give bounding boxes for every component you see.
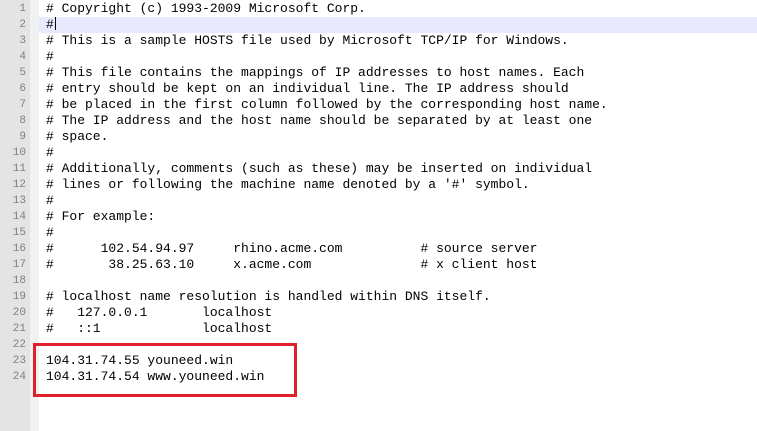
line-number: 5 (19, 67, 26, 79)
line-text: # (46, 17, 54, 32)
line-text: # (46, 145, 54, 160)
line-text: # ::1 localhost (46, 321, 273, 336)
line-text: # (46, 225, 54, 240)
code-line-host-entry[interactable]: 104.31.74.54 www.youneed.win (46, 369, 757, 385)
line-text: # 102.54.94.97 rhino.acme.com # source s… (46, 241, 538, 256)
code-line[interactable]: # space. (46, 129, 757, 145)
code-line[interactable]: # This is a sample HOSTS file used by Mi… (46, 33, 757, 49)
fold-margin (30, 0, 39, 431)
line-text: # This is a sample HOSTS file used by Mi… (46, 33, 569, 48)
line-number: 15 (12, 227, 26, 239)
code-line[interactable]: # be placed in the first column followed… (46, 97, 757, 113)
code-line[interactable] (46, 273, 757, 289)
line-number: 19 (12, 291, 26, 303)
code-line[interactable] (46, 337, 757, 353)
line-number-gutter: 1 2 3 4 5 6 7 8 9 10 11 12 13 14 15 16 1… (0, 0, 30, 431)
line-text: # be placed in the first column followed… (46, 97, 608, 112)
code-line[interactable]: # (46, 145, 757, 161)
line-text: # lines or following the machine name de… (46, 177, 530, 192)
line-number: 11 (12, 163, 26, 175)
line-number: 20 (12, 307, 26, 319)
line-text: # space. (46, 129, 109, 144)
line-number: 6 (19, 83, 26, 95)
code-line[interactable]: # Copyright (c) 1993-2009 Microsoft Corp… (46, 1, 757, 17)
code-line[interactable]: # (46, 49, 757, 65)
line-text: # Copyright (c) 1993-2009 Microsoft Corp… (46, 1, 366, 16)
line-number: 7 (19, 99, 26, 111)
line-text: # For example: (46, 209, 156, 224)
line-text: # 127.0.0.1 localhost (46, 305, 273, 320)
line-text: # entry should be kept on an individual … (46, 81, 569, 96)
line-text: # localhost name resolution is handled w… (46, 289, 491, 304)
code-area[interactable]: # Copyright (c) 1993-2009 Microsoft Corp… (39, 0, 757, 431)
code-line[interactable]: # ::1 localhost (46, 321, 757, 337)
text-editor: 1 2 3 4 5 6 7 8 9 10 11 12 13 14 15 16 1… (0, 0, 757, 431)
line-number: 4 (19, 51, 26, 63)
code-line[interactable]: # lines or following the machine name de… (46, 177, 757, 193)
text-caret (54, 17, 56, 30)
line-number: 24 (12, 371, 26, 383)
line-text: # (46, 49, 54, 64)
line-text: 104.31.74.55 youneed.win (46, 353, 234, 368)
line-number: 13 (12, 195, 26, 207)
line-number: 1 (19, 3, 26, 15)
line-text: # The IP address and the host name shoul… (46, 113, 593, 128)
code-line[interactable]: # This file contains the mappings of IP … (46, 65, 757, 81)
code-line-current[interactable]: # (39, 17, 757, 33)
line-number: 9 (19, 131, 26, 143)
line-number: 2 (19, 19, 26, 31)
line-text: # Additionally, comments (such as these)… (46, 161, 593, 176)
line-number: 8 (19, 115, 26, 127)
code-line-host-entry[interactable]: 104.31.74.55 youneed.win (46, 353, 757, 369)
line-number: 17 (12, 259, 26, 271)
code-line[interactable]: # 127.0.0.1 localhost (46, 305, 757, 321)
line-number: 10 (12, 147, 26, 159)
code-line[interactable]: # (46, 193, 757, 209)
code-line[interactable]: # Additionally, comments (such as these)… (46, 161, 757, 177)
line-text: 104.31.74.54 www.youneed.win (46, 369, 265, 384)
code-line[interactable]: # The IP address and the host name shoul… (46, 113, 757, 129)
code-line[interactable]: # For example: (46, 209, 757, 225)
line-number: 21 (12, 323, 26, 335)
line-number: 14 (12, 211, 26, 223)
line-text: # (46, 193, 54, 208)
code-line[interactable]: # localhost name resolution is handled w… (46, 289, 757, 305)
code-line[interactable]: # (46, 225, 757, 241)
line-number: 22 (12, 339, 26, 351)
line-text: # 38.25.63.10 x.acme.com # x client host (46, 257, 538, 272)
code-line[interactable]: # 102.54.94.97 rhino.acme.com # source s… (46, 241, 757, 257)
code-line[interactable]: # 38.25.63.10 x.acme.com # x client host (46, 257, 757, 273)
line-number: 16 (12, 243, 26, 255)
line-text: # This file contains the mappings of IP … (46, 65, 585, 80)
line-number: 3 (19, 35, 26, 47)
line-number: 18 (12, 275, 26, 287)
line-number: 23 (12, 355, 26, 367)
line-number: 12 (12, 179, 26, 191)
code-line[interactable]: # entry should be kept on an individual … (46, 81, 757, 97)
